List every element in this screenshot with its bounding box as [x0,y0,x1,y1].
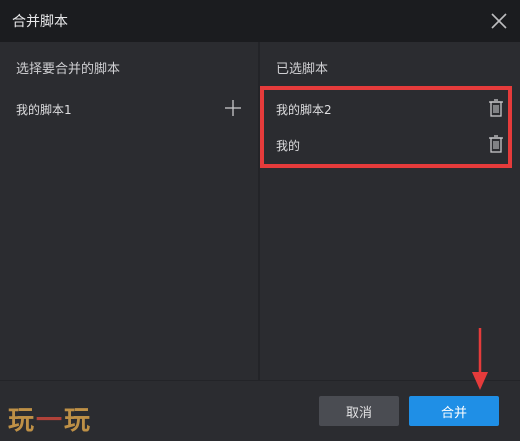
merge-button[interactable]: 合并 [409,396,499,426]
merge-script-dialog: 合并脚本 选择要合并的脚本 我的脚本1 已选脚本 我的脚本2 我的 取消 合并 … [0,0,520,441]
available-script-label: 我的脚本1 [16,102,72,117]
watermark-char: 玩 [64,406,93,436]
trash-icon[interactable] [488,135,504,153]
selected-scripts-panel: 已选脚本 我的脚本2 我的 [260,42,520,380]
title-bar: 合并脚本 [0,0,520,42]
close-icon[interactable] [488,10,510,32]
selected-script-item[interactable]: 我的 [260,130,520,160]
selected-script-label: 我的脚本2 [276,102,332,117]
watermark-char: 一 [36,406,65,436]
cancel-button[interactable]: 取消 [319,396,399,426]
selected-scripts-header: 已选脚本 [276,62,329,77]
watermark-logo: 玩一玩 [8,400,92,437]
available-script-item[interactable]: 我的脚本1 [0,94,258,124]
trash-icon[interactable] [488,99,504,117]
add-icon[interactable] [224,99,242,117]
watermark-char: 玩 [8,406,37,436]
dialog-title: 合并脚本 [12,14,68,30]
available-scripts-header: 选择要合并的脚本 [16,62,121,77]
selected-script-item[interactable]: 我的脚本2 [260,94,520,124]
selected-script-label: 我的 [276,138,301,153]
available-scripts-panel: 选择要合并的脚本 我的脚本1 [0,42,258,380]
